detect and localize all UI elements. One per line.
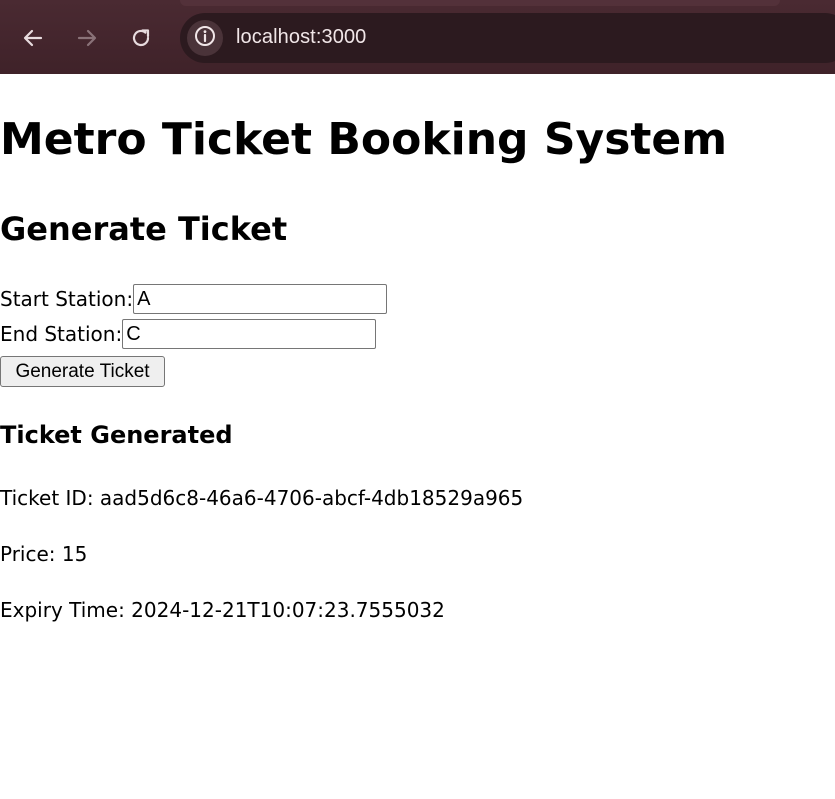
ticket-price-text: Price: 15: [0, 542, 88, 566]
forward-button[interactable]: [71, 22, 103, 54]
ticket-id-text: Ticket ID: aad5d6c8-46a6-4706-abcf-4db18…: [0, 486, 524, 510]
info-icon: [194, 25, 216, 51]
page-title: Metro Ticket Booking System: [0, 114, 728, 165]
reload-icon: [130, 27, 152, 49]
back-button[interactable]: [17, 22, 49, 54]
url-text[interactable]: localhost:3000: [236, 26, 366, 49]
address-bar[interactable]: localhost:3000: [180, 13, 835, 63]
ticket-generated-title: Ticket Generated: [0, 421, 233, 449]
arrow-left-icon: [22, 27, 44, 49]
browser-toolbar: localhost:3000: [0, 0, 835, 74]
start-station-label: Start Station:: [0, 287, 134, 311]
section-title: Generate Ticket: [0, 210, 288, 248]
ticket-expiry-text: Expiry Time: 2024-12-21T10:07:23.7555032: [0, 598, 445, 622]
arrow-right-icon: [76, 27, 98, 49]
end-station-row: End Station:: [0, 319, 377, 349]
tab-strip-edge: [180, 0, 780, 6]
reload-button[interactable]: [125, 22, 157, 54]
generate-ticket-button[interactable]: Generate Ticket: [0, 356, 165, 387]
end-station-label: End Station:: [0, 322, 123, 346]
start-station-input[interactable]: [133, 284, 388, 314]
start-station-row: Start Station:: [0, 284, 388, 314]
site-info-button[interactable]: [187, 20, 223, 56]
end-station-input[interactable]: [122, 319, 377, 349]
